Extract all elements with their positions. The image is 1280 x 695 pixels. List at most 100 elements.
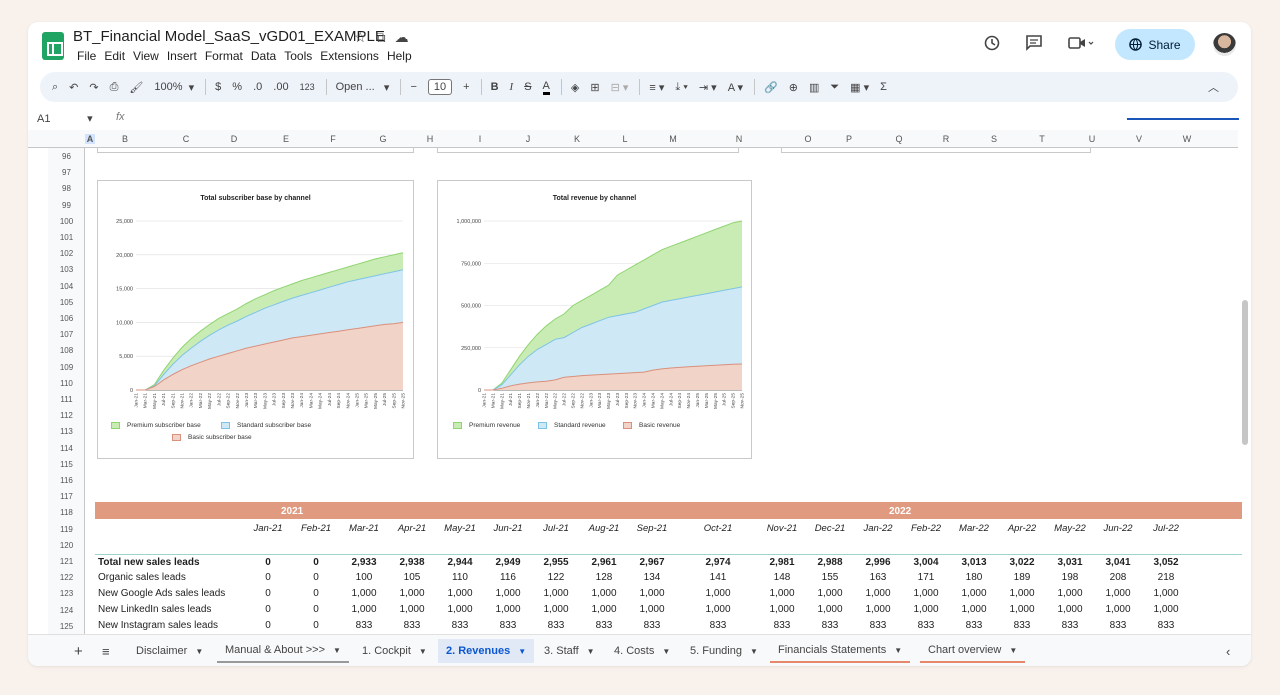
table-cell[interactable]: 116	[484, 572, 532, 583]
table-cell[interactable]: 2,996	[854, 557, 902, 568]
sheet-tab-4[interactable]: 3. Staff ▼	[536, 639, 603, 663]
sheet-tab-0[interactable]: Disclaimer ▼	[128, 639, 211, 663]
table-cell[interactable]: 1,000	[484, 604, 532, 615]
table-cell[interactable]: 0	[244, 572, 292, 583]
table-cell[interactable]: 148	[758, 572, 806, 583]
table-cell[interactable]: 110	[436, 572, 484, 583]
table-cell[interactable]: 2,961	[580, 557, 628, 568]
table-cell[interactable]: 0	[292, 604, 340, 615]
table-cell[interactable]: 100	[340, 572, 388, 583]
table-cell[interactable]: 1,000	[1094, 604, 1142, 615]
table-cell[interactable]: 122	[532, 572, 580, 583]
table-cell[interactable]: 833	[758, 620, 806, 631]
table-cell[interactable]: 2,949	[484, 557, 532, 568]
table-cell[interactable]: 1,000	[1046, 588, 1094, 599]
table-cell[interactable]: 1,000	[694, 604, 742, 615]
table-cell[interactable]: 1,000	[950, 588, 998, 599]
table-cell[interactable]: 163	[854, 572, 902, 583]
table-cell[interactable]: 833	[950, 620, 998, 631]
table-cell[interactable]: 0	[292, 557, 340, 568]
all-sheets-button[interactable]: ≡	[94, 639, 118, 663]
table-cell[interactable]: 833	[532, 620, 580, 631]
tab-menu-caret-icon[interactable]: ▼	[333, 646, 341, 655]
table-cell[interactable]: 171	[902, 572, 950, 583]
tab-menu-caret-icon[interactable]: ▼	[894, 646, 902, 655]
sheet-tab-3[interactable]: 2. Revenues ▼	[438, 639, 535, 663]
table-cell[interactable]: 1,000	[694, 588, 742, 599]
table-cell[interactable]: 2,967	[628, 557, 676, 568]
table-cell[interactable]: 0	[244, 620, 292, 631]
table-cell[interactable]: 833	[1046, 620, 1094, 631]
table-cell[interactable]: 1,000	[1142, 604, 1190, 615]
sheet-tab-5[interactable]: 4. Costs ▼	[606, 639, 678, 663]
table-cell[interactable]: 833	[1094, 620, 1142, 631]
table-cell[interactable]: 833	[806, 620, 854, 631]
table-cell[interactable]: 0	[244, 588, 292, 599]
table-cell[interactable]: 2,981	[758, 557, 806, 568]
table-cell[interactable]: 1,000	[388, 604, 436, 615]
table-cell[interactable]: 1,000	[532, 604, 580, 615]
table-cell[interactable]: 1,000	[758, 604, 806, 615]
table-cell[interactable]: 1,000	[998, 588, 1046, 599]
tab-menu-caret-icon[interactable]: ▼	[518, 647, 526, 656]
table-cell[interactable]: 1,000	[628, 588, 676, 599]
add-sheet-button[interactable]: +	[66, 639, 91, 663]
row-label[interactable]: Total new sales leads	[98, 557, 200, 568]
table-cell[interactable]: 833	[854, 620, 902, 631]
table-cell[interactable]: 1,000	[436, 604, 484, 615]
table-cell[interactable]: 1,000	[340, 588, 388, 599]
table-cell[interactable]: 1,000	[1046, 604, 1094, 615]
table-cell[interactable]: 1,000	[758, 588, 806, 599]
table-cell[interactable]: 3,013	[950, 557, 998, 568]
table-cell[interactable]: 833	[436, 620, 484, 631]
table-cell[interactable]: 0	[292, 572, 340, 583]
table-cell[interactable]: 3,004	[902, 557, 950, 568]
table-cell[interactable]: 2,955	[532, 557, 580, 568]
table-cell[interactable]: 141	[694, 572, 742, 583]
table-cell[interactable]: 1,000	[854, 588, 902, 599]
table-cell[interactable]: 1,000	[436, 588, 484, 599]
table-cell[interactable]: 208	[1094, 572, 1142, 583]
table-cell[interactable]: 833	[998, 620, 1046, 631]
table-cell[interactable]: 1,000	[806, 588, 854, 599]
table-cell[interactable]: 1,000	[1142, 588, 1190, 599]
sheet-tab-1[interactable]: Manual & About >>> ▼	[217, 639, 349, 663]
table-cell[interactable]: 833	[340, 620, 388, 631]
sheet-tab-6[interactable]: 5. Funding ▼	[682, 639, 766, 663]
table-cell[interactable]: 2,974	[694, 557, 742, 568]
table-cell[interactable]: 155	[806, 572, 854, 583]
tab-menu-caret-icon[interactable]: ▼	[1009, 646, 1017, 655]
tab-menu-caret-icon[interactable]: ▼	[419, 647, 427, 656]
table-cell[interactable]: 3,022	[998, 557, 1046, 568]
table-cell[interactable]: 833	[902, 620, 950, 631]
table-cell[interactable]: 105	[388, 572, 436, 583]
table-cell[interactable]: 0	[292, 620, 340, 631]
table-cell[interactable]: 3,052	[1142, 557, 1190, 568]
table-cell[interactable]: 218	[1142, 572, 1190, 583]
tab-menu-caret-icon[interactable]: ▼	[195, 647, 203, 656]
sheet-tab-2[interactable]: 1. Cockpit ▼	[354, 639, 435, 663]
sheet-tab-7[interactable]: Financials Statements ▼	[770, 639, 911, 663]
table-cell[interactable]: 1,000	[628, 604, 676, 615]
table-cell[interactable]: 833	[388, 620, 436, 631]
tab-menu-caret-icon[interactable]: ▼	[662, 647, 670, 656]
table-cell[interactable]: 1,000	[388, 588, 436, 599]
table-cell[interactable]: 134	[628, 572, 676, 583]
row-label[interactable]: New Instagram sales leads	[98, 620, 218, 631]
table-cell[interactable]: 1,000	[340, 604, 388, 615]
table-cell[interactable]: 833	[694, 620, 742, 631]
table-cell[interactable]: 128	[580, 572, 628, 583]
tab-menu-caret-icon[interactable]: ▼	[587, 647, 595, 656]
scroll-tabs-left-icon[interactable]: ‹	[1218, 639, 1238, 663]
table-cell[interactable]: 3,041	[1094, 557, 1142, 568]
table-cell[interactable]: 0	[244, 557, 292, 568]
table-cell[interactable]: 2,933	[340, 557, 388, 568]
table-cell[interactable]: 1,000	[902, 588, 950, 599]
table-cell[interactable]: 833	[580, 620, 628, 631]
table-cell[interactable]: 2,944	[436, 557, 484, 568]
table-cell[interactable]: 2,938	[388, 557, 436, 568]
table-cell[interactable]: 180	[950, 572, 998, 583]
tab-menu-caret-icon[interactable]: ▼	[750, 647, 758, 656]
vertical-scrollbar[interactable]	[1242, 300, 1248, 445]
sheet-tab-8[interactable]: Chart overview ▼	[920, 639, 1026, 663]
